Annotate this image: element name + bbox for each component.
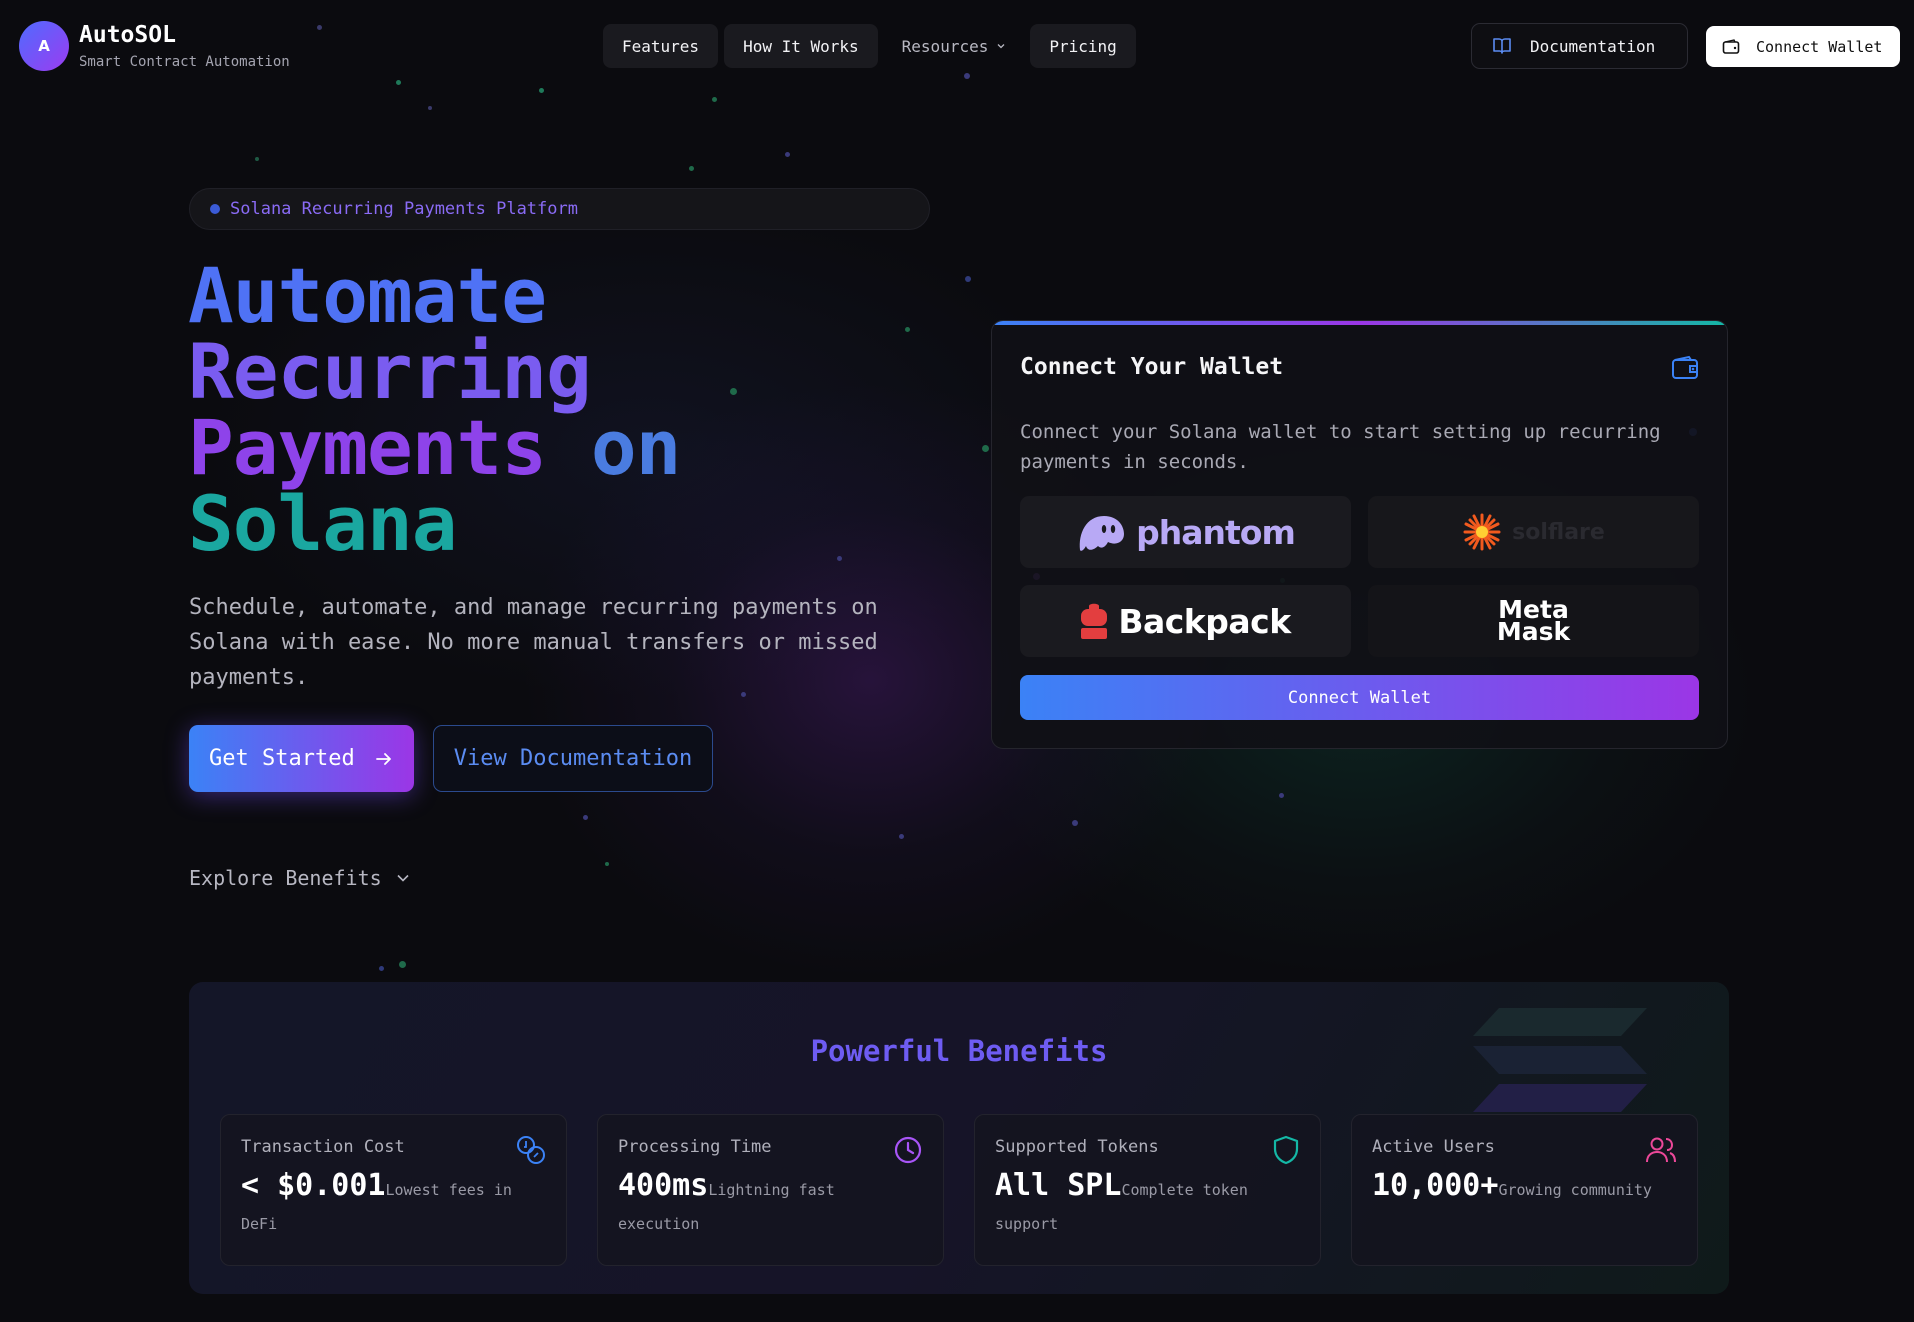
wallet-name: solflare	[1512, 519, 1605, 545]
nav-label: Resources	[901, 36, 989, 56]
benefit-card-active-users: Active Users 10,000+Growing community	[1351, 1114, 1698, 1266]
wallet-icon	[1722, 38, 1740, 54]
nav-resources-dropdown[interactable]: Resources	[884, 24, 1025, 68]
top-navbar: A AutoSOL Smart Contract Automation Feat…	[0, 0, 1914, 92]
wallet-name: phantom	[1136, 512, 1296, 552]
get-started-button[interactable]: Get Started	[189, 725, 414, 792]
benefit-card-processing-time: Processing Time 400msLightning fast exec…	[597, 1114, 944, 1266]
benefit-value: < $0.001	[241, 1168, 386, 1203]
headline-line: Solana	[188, 479, 458, 568]
wallet-option-metamask[interactable]: Meta Mask	[1368, 585, 1699, 657]
platform-badge: Solana Recurring Payments Platform	[189, 188, 930, 230]
benefit-cards: Transaction Cost < $0.001Lowest fees in …	[220, 1114, 1698, 1266]
app-tagline: Smart Contract Automation	[79, 54, 290, 70]
main-nav: Features How It Works Resources Pricing	[603, 24, 1136, 68]
benefit-label: Supported Tokens	[995, 1137, 1159, 1157]
wallet-card-title: Connect Your Wallet	[1020, 354, 1284, 380]
chevron-down-icon	[997, 44, 1005, 49]
benefits-section: Powerful Benefits Transaction Cost < $0.…	[189, 982, 1729, 1294]
documentation-button[interactable]: Documentation	[1471, 23, 1688, 69]
connect-wallet-card: Connect Your Wallet Connect your Solana …	[991, 320, 1728, 749]
explore-label: Explore Benefits	[189, 866, 382, 890]
logo-avatar[interactable]: A	[19, 21, 69, 71]
nav-how-it-works[interactable]: How It Works	[724, 24, 878, 68]
solflare-star-icon	[1463, 513, 1501, 551]
benefit-value: 10,000+	[1372, 1168, 1499, 1203]
wallet-option-backpack[interactable]: Backpack	[1020, 585, 1351, 657]
connect-wallet-label: Connect Wallet	[1756, 37, 1883, 56]
backpack-icon	[1081, 603, 1108, 639]
phantom-ghost-icon	[1079, 516, 1125, 551]
wallet-name: Backpack	[1118, 601, 1291, 641]
benefit-label: Processing Time	[618, 1137, 772, 1157]
header-connect-wallet-button[interactable]: Connect Wallet	[1706, 26, 1900, 67]
badge-text: Solana Recurring Payments Platform	[230, 199, 578, 219]
wallet-options: phantom solflare Backpack Meta Mask	[1020, 496, 1699, 657]
clock-icon	[894, 1136, 922, 1164]
wallet-name: Mask	[1496, 617, 1571, 646]
get-started-label: Get Started	[209, 746, 355, 771]
nav-label: How It Works	[743, 36, 859, 56]
benefit-card-supported-tokens: Supported Tokens All SPLComplete token s…	[974, 1114, 1321, 1266]
arrow-right-icon	[375, 752, 391, 765]
benefit-value: 400ms	[618, 1168, 709, 1203]
coins-icon	[517, 1136, 545, 1164]
badge-dot	[210, 204, 220, 214]
wallet-option-solflare[interactable]: solflare	[1368, 496, 1699, 568]
headline-word: on	[590, 403, 682, 492]
wallet-card-description: Connect your Solana wallet to start sett…	[1020, 421, 1661, 473]
book-icon	[1493, 38, 1511, 54]
wallet-option-phantom[interactable]: phantom	[1020, 496, 1351, 568]
card-connect-wallet-button[interactable]: Connect Wallet	[1020, 675, 1699, 720]
benefit-label: Active Users	[1372, 1137, 1495, 1157]
shield-icon	[1273, 1135, 1299, 1165]
nav-pricing[interactable]: Pricing	[1030, 24, 1136, 68]
chevron-down-icon	[397, 874, 409, 882]
connect-wallet-label: Connect Wallet	[1287, 687, 1432, 708]
users-icon	[1646, 1137, 1676, 1163]
documentation-label: Documentation	[1530, 36, 1656, 56]
benefit-note: Growing community	[1498, 1181, 1652, 1199]
benefit-card-transaction-cost: Transaction Cost < $0.001Lowest fees in …	[220, 1114, 567, 1266]
hero-description: Schedule, automate, and manage recurring…	[189, 595, 878, 690]
card-gradient-bar	[992, 321, 1727, 325]
wallet-icon	[1672, 355, 1698, 379]
benefit-value: All SPL	[995, 1168, 1122, 1203]
view-documentation-button[interactable]: View Documentation	[433, 725, 713, 792]
nav-features[interactable]: Features	[603, 24, 719, 68]
hero-headline: Automate Recurring Payments on Solana	[188, 258, 682, 562]
app-name[interactable]: AutoSOL	[79, 22, 176, 48]
view-documentation-label: View Documentation	[453, 746, 693, 771]
benefits-title: Powerful Benefits	[810, 1034, 1108, 1068]
nav-label: Pricing	[1049, 36, 1117, 56]
explore-benefits-link[interactable]: Explore Benefits	[189, 866, 410, 890]
benefit-label: Transaction Cost	[241, 1137, 405, 1157]
nav-label: Features	[622, 36, 700, 56]
